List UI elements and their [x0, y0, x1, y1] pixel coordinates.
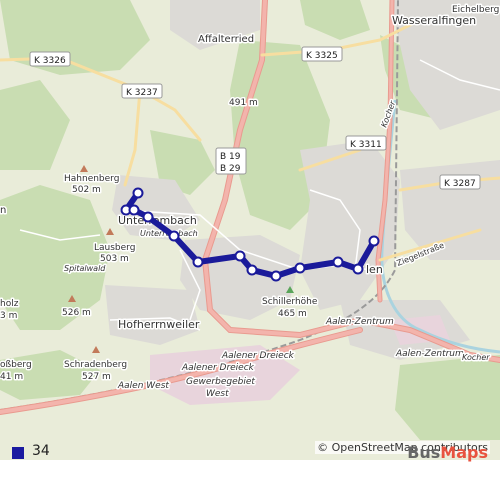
label-schradenberg-elevation: 527 m [82, 372, 111, 382]
label-lossberg: oßberg [0, 360, 32, 370]
label-hahnenberg: Hahnenberg [64, 174, 119, 184]
label-schillerhoehe: Schillerhöhe [262, 297, 318, 307]
brand-bus: Bus [407, 443, 441, 462]
bus-stop-marker[interactable] [270, 270, 282, 282]
label-hahnenberg-elevation: 502 m [72, 185, 101, 195]
label-left-edge-n: n [0, 205, 6, 216]
bus-stop-marker[interactable] [234, 250, 246, 262]
bus-stop-marker[interactable] [128, 204, 140, 216]
label-gewerbegebiet: Gewerbegebiet [186, 377, 255, 387]
label-lossberg-elevation: 41 m [0, 372, 23, 382]
bus-stop-marker[interactable] [332, 256, 344, 268]
map-svg: Affalterried Wasseralfingen Eichelberg H… [0, 0, 500, 460]
road-badge-k3287: K 3287 [444, 179, 476, 189]
label-wasseralfingen: Wasseralfingen [392, 14, 476, 27]
label-affalterried: Affalterried [198, 34, 254, 45]
bus-stop-marker[interactable] [368, 235, 380, 247]
label-hofherrnweiler: Hofherrnweiler [118, 318, 200, 331]
busmaps-logo[interactable]: BusMaps [407, 443, 488, 462]
map-footer [0, 460, 500, 500]
label-aalen-zentrum-2: Aalen-Zentrum [395, 349, 464, 359]
road-badge-k3311: K 3311 [350, 140, 382, 150]
bus-stop-marker[interactable] [192, 256, 204, 268]
bus-stop-marker[interactable] [246, 264, 258, 276]
label-aalener-dreieck-1: Aalener Dreieck [221, 351, 295, 361]
route-color-swatch [12, 447, 24, 459]
brand-maps: Maps [440, 443, 488, 462]
bus-stop-marker[interactable] [168, 230, 180, 242]
label-aalen: len [366, 263, 383, 276]
label-lausberg-elevation: 503 m [100, 254, 129, 264]
map-canvas[interactable]: Affalterried Wasseralfingen Eichelberg H… [0, 0, 500, 460]
bus-stop-marker[interactable] [352, 263, 364, 275]
label-elevation-491: 491 m [229, 98, 258, 108]
bus-stop-marker[interactable] [132, 187, 144, 199]
label-kocher-2: Kocher [462, 353, 490, 362]
road-badge-k3326: K 3326 [34, 56, 66, 66]
label-aalen-zentrum-1: Aalen-Zentrum [325, 317, 394, 327]
label-spitalwald: Spitalwald [64, 264, 106, 273]
label-elevation-526: 526 m [62, 308, 91, 318]
route-label: 34 [32, 443, 50, 459]
bus-stop-marker[interactable] [294, 262, 306, 274]
bus-stop-marker[interactable] [142, 211, 154, 223]
road-badge-b29: B 29 [220, 164, 241, 174]
label-holz: holz [0, 299, 19, 309]
label-aalen-west: Aalen West [117, 381, 169, 391]
label-aalener-dreieck-2: Aalener Dreieck [181, 363, 255, 373]
label-holz-elevation: 3 m [0, 311, 17, 321]
road-badge-k3237: K 3237 [126, 88, 158, 98]
label-west: West [206, 389, 229, 399]
label-schillerhoehe-elevation: 465 m [278, 309, 307, 319]
road-badge-b19: B 19 [220, 152, 241, 162]
label-eichelberg: Eichelberg [452, 5, 499, 15]
label-schradenberg: Schradenberg [64, 360, 127, 370]
label-lausberg: Lausberg [94, 243, 135, 253]
road-badge-k3325: K 3325 [306, 51, 338, 61]
